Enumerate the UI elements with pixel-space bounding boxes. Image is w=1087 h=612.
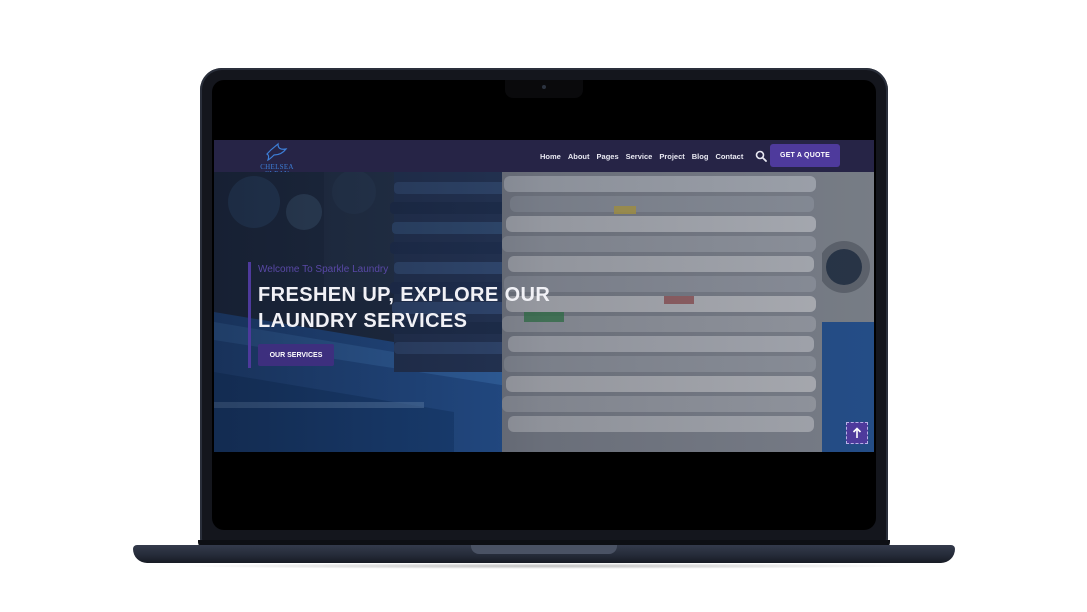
nav-project[interactable]: Project (659, 152, 684, 161)
website-screen: CHELSEA CLEAN Home About Pages Service P… (214, 140, 874, 452)
hero-title-line-1: FRESHEN UP, EXPLORE OUR (258, 284, 551, 306)
hero-section: Welcome To Sparkle Laundry FRESHEN UP, E… (214, 172, 874, 452)
nav-contact[interactable]: Contact (715, 152, 743, 161)
laptop-lid: CHELSEA CLEAN Home About Pages Service P… (200, 68, 888, 548)
laptop-base (133, 545, 955, 563)
get-a-quote-button[interactable]: GET A QUOTE (770, 144, 840, 167)
nav-service[interactable]: Service (626, 152, 653, 161)
camera-icon (542, 85, 546, 89)
arrow-up-icon (852, 427, 862, 438)
nav-pages[interactable]: Pages (597, 152, 619, 161)
nav-about[interactable]: About (568, 152, 590, 161)
hero-accent-bar (248, 262, 251, 368)
hero-title: FRESHEN UP, EXPLORE OUR LAUNDRY SERVICES (258, 282, 618, 334)
hero-title-line-2: LAUNDRY SERVICES (258, 310, 468, 332)
site-logo[interactable]: CHELSEA CLEAN (254, 142, 300, 178)
hero-welcome-text: Welcome To Sparkle Laundry (258, 264, 389, 275)
nav-home[interactable]: Home (540, 152, 561, 161)
laptop-shadow (170, 563, 918, 569)
camera-notch (505, 80, 583, 98)
screen-bezel: CHELSEA CLEAN Home About Pages Service P… (212, 80, 876, 530)
nav-blog[interactable]: Blog (692, 152, 709, 161)
site-navbar: CHELSEA CLEAN Home About Pages Service P… (214, 140, 874, 178)
mockup-stage: CHELSEA CLEAN Home About Pages Service P… (0, 0, 1087, 612)
dove-icon (266, 142, 288, 162)
main-nav: Home About Pages Service Project Blog Co… (540, 140, 743, 172)
search-icon[interactable] (755, 150, 767, 162)
base-thumb-notch (471, 545, 617, 554)
scroll-to-top-button[interactable] (846, 422, 868, 444)
our-services-button[interactable]: OUR SERVICES (258, 344, 334, 366)
